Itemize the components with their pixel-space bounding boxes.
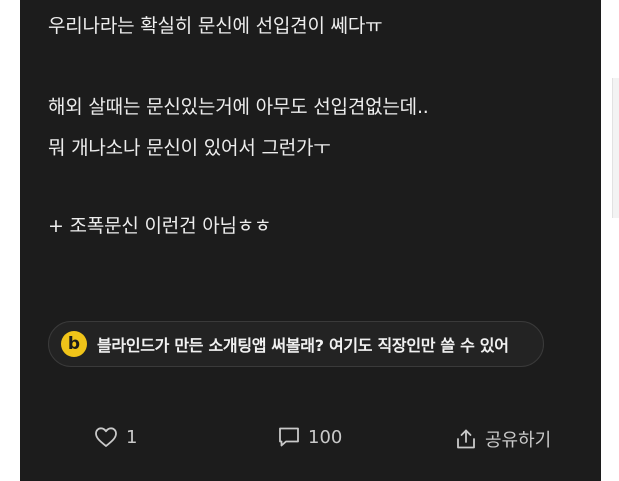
page-margin-left	[0, 0, 20, 481]
heart-icon	[94, 426, 118, 448]
post-body-line-4: + 조폭문신 이런건 아님ㅎㅎ	[48, 215, 272, 237]
post-action-bar: 1 100 공유하기	[20, 418, 601, 460]
post-card: 우리나라는 확실히 문신에 선입견이 쎄다ㅠ 해외 살때는 문신있는거에 아무도…	[20, 0, 601, 481]
post-body-line-3: 뭐 개나소나 문신이 있어서 그런가ㅜ	[48, 137, 331, 159]
share-label: 공유하기	[485, 430, 552, 451]
post-body-line-2: 해외 살때는 문신있는거에 아무도 선입견없는데..	[48, 96, 429, 118]
share-button[interactable]: 공유하기	[455, 426, 551, 452]
post-body-line-1: 우리나라는 확실히 문신에 선입견이 쎄다ㅠ	[48, 15, 383, 37]
promo-text: 블라인드가 만든 소개팅앱 써볼래? 여기도 직장인만 쓸 수 있어	[97, 336, 509, 355]
comment-icon	[278, 426, 300, 448]
like-button[interactable]: 1	[94, 426, 137, 448]
blind-logo-icon: b	[61, 331, 87, 357]
like-count: 1	[126, 426, 138, 448]
comment-button[interactable]: 100	[278, 426, 342, 448]
comment-count: 100	[308, 426, 343, 448]
share-icon	[455, 428, 477, 450]
page-margin-right	[601, 0, 619, 481]
promo-banner[interactable]: b 블라인드가 만든 소개팅앱 써볼래? 여기도 직장인만 쓸 수 있어	[48, 321, 544, 367]
side-panel-edge	[612, 78, 619, 218]
